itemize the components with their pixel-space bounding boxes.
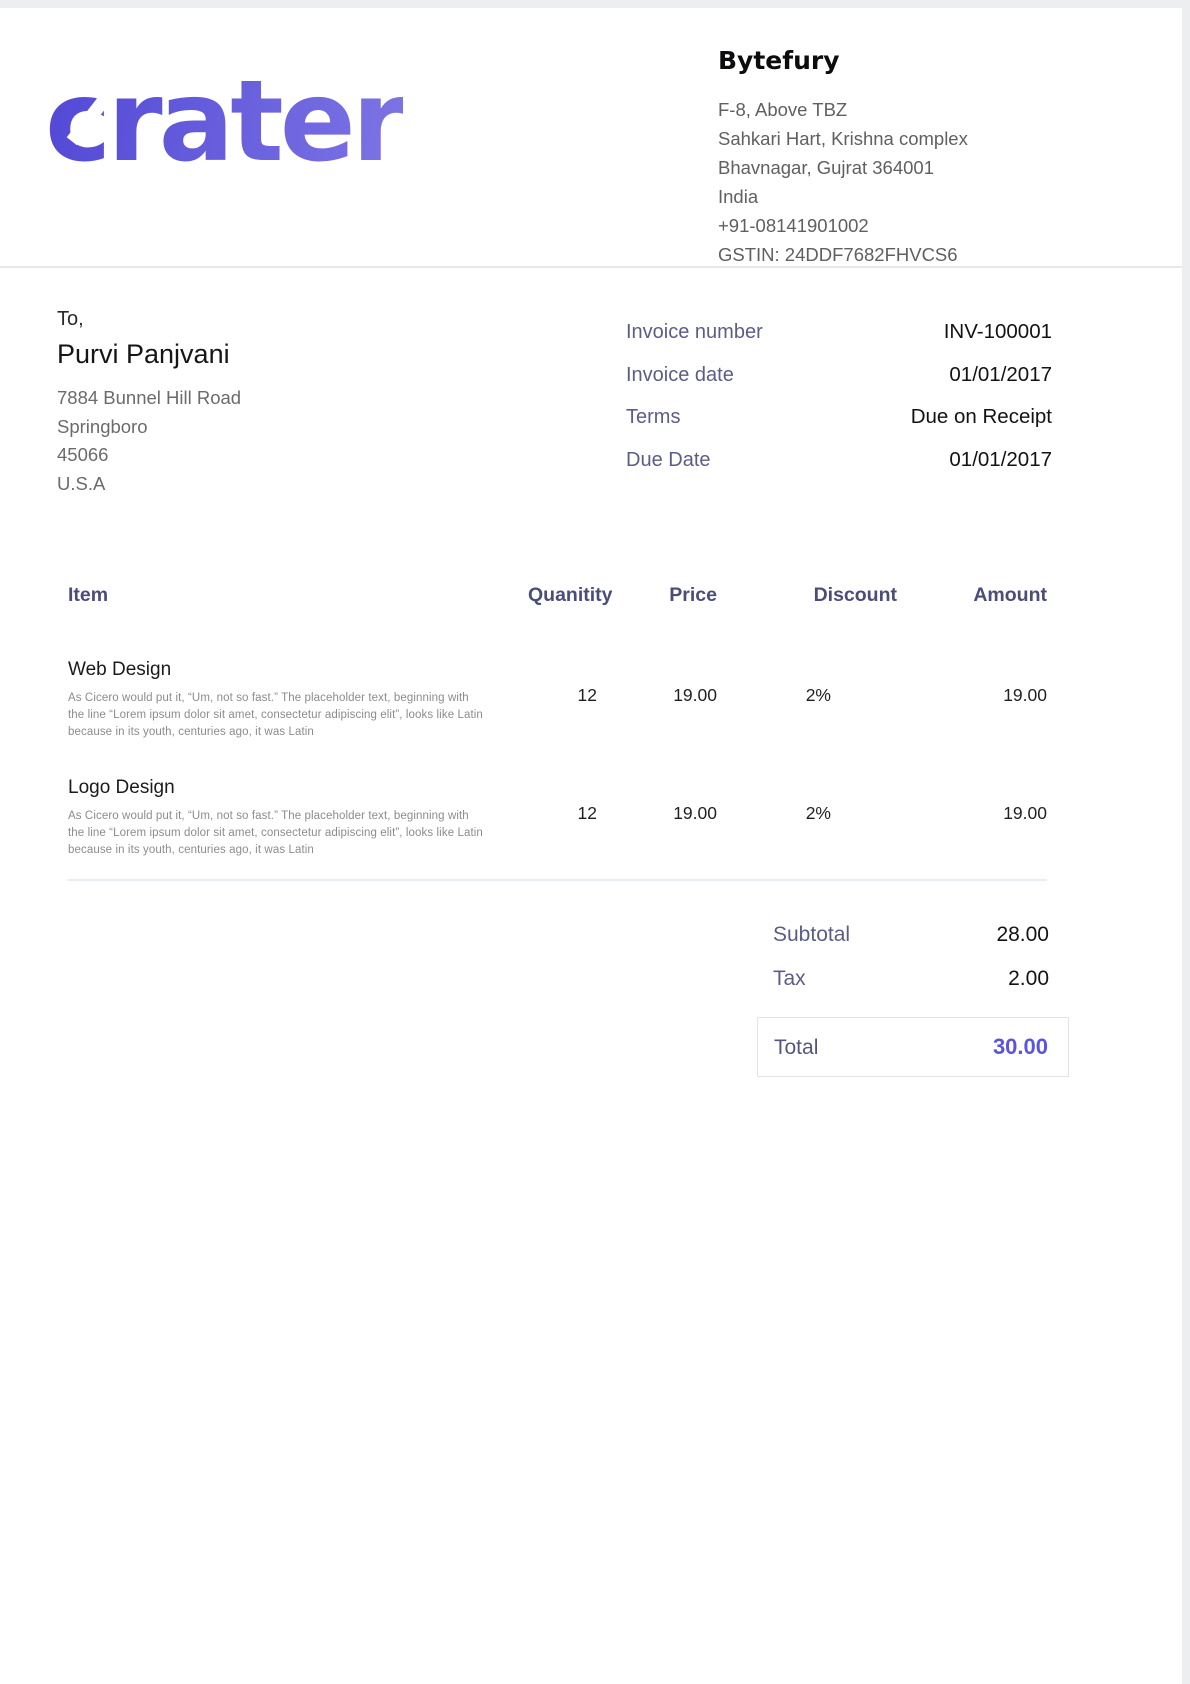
item-row: Web Design As Cicero would put it, “Um, …: [68, 623, 1047, 741]
crater-logo-text: crater: [45, 66, 403, 178]
logo-cut-decoration-r: [426, 112, 468, 161]
terms-label: Terms: [626, 406, 680, 429]
item-cell: Logo Design As Cicero would put it, “Um,…: [68, 741, 528, 880]
subtotal-row: Subtotal 28.00: [757, 923, 1069, 947]
item-discount: 2%: [717, 623, 897, 741]
item-name: Logo Design: [68, 777, 528, 799]
company-address-line: Bhavnagar, Gujrat 364001: [718, 153, 1054, 182]
item-amount: 19.00: [897, 623, 1047, 741]
company-phone: +91-08141901002: [718, 211, 1054, 240]
company-gstin: GSTIN: 24DDF7682FHVCS6: [718, 240, 1054, 269]
item-price: 19.00: [597, 741, 717, 880]
customer-address-line: 45066: [57, 441, 626, 470]
item-row: Logo Design As Cicero would put it, “Um,…: [68, 741, 1047, 880]
item-cell: Web Design As Cicero would put it, “Um, …: [68, 623, 528, 741]
item-quantity: 12: [528, 741, 597, 880]
tax-label: Tax: [773, 967, 806, 991]
total-label: Total: [774, 1036, 818, 1060]
invoice-number-label: Invoice number: [626, 321, 763, 344]
total-box: Total 30.00: [757, 1017, 1069, 1077]
tax-row: Tax 2.00: [757, 967, 1069, 991]
bill-to-label: To,: [57, 308, 626, 331]
invoice-date-value: 01/01/2017: [949, 363, 1052, 387]
company-info: Bytefury F-8, Above TBZ Sahkari Hart, Kr…: [718, 38, 1054, 269]
items-table-header-row: Item Quanitity Price Discount Amount: [68, 584, 1047, 623]
item-description: As Cicero would put it, “Um, not so fast…: [68, 808, 486, 859]
company-address-line: Sahkari Hart, Krishna complex: [718, 124, 1054, 153]
item-price: 19.00: [597, 623, 717, 741]
customer-name: Purvi Panjvani: [57, 339, 626, 370]
invoice-number-value: INV-100001: [944, 320, 1052, 344]
invoice-date-label: Invoice date: [626, 364, 734, 387]
invoice-page: crater Bytefury F-8, Above TBZ Sahkari H…: [0, 8, 1182, 1684]
subtotal-value: 28.00: [996, 923, 1049, 947]
items-table: Item Quanitity Price Discount Amount Web…: [68, 584, 1047, 881]
due-date-value: 01/01/2017: [949, 448, 1052, 472]
company-address-line: F-8, Above TBZ: [718, 95, 1054, 124]
due-date-row: Due Date 01/01/2017: [626, 448, 1052, 491]
totals-section: Subtotal 28.00 Tax 2.00 Total 30.00: [757, 923, 1069, 1077]
due-date-label: Due Date: [626, 449, 711, 472]
column-header-quantity: Quanitity: [528, 584, 597, 623]
column-header-discount: Discount: [717, 584, 897, 623]
tax-value: 2.00: [1008, 967, 1049, 991]
crater-logo: crater: [45, 66, 403, 178]
column-header-price: Price: [597, 584, 717, 623]
customer-address-line: 7884 Bunnel Hill Road: [57, 384, 626, 413]
invoice-date-row: Invoice date 01/01/2017: [626, 363, 1052, 406]
invoice-meta-block: Invoice number INV-100001 Invoice date 0…: [626, 308, 1052, 498]
invoice-number-row: Invoice number INV-100001: [626, 320, 1052, 363]
customer-address-line: U.S.A: [57, 470, 626, 499]
item-amount: 19.00: [897, 741, 1047, 880]
terms-value: Due on Receipt: [911, 405, 1052, 429]
terms-row: Terms Due on Receipt: [626, 405, 1052, 448]
total-value: 30.00: [993, 1034, 1048, 1060]
invoice-header: crater Bytefury F-8, Above TBZ Sahkari H…: [0, 8, 1182, 268]
subtotal-label: Subtotal: [773, 923, 850, 947]
column-header-item: Item: [68, 584, 528, 623]
billing-section: To, Purvi Panjvani 7884 Bunnel Hill Road…: [0, 268, 1182, 498]
customer-address-line: Springboro: [57, 413, 626, 442]
column-header-amount: Amount: [897, 584, 1047, 623]
item-description: As Cicero would put it, “Um, not so fast…: [68, 690, 486, 741]
item-name: Web Design: [68, 659, 528, 681]
item-quantity: 12: [528, 623, 597, 741]
company-address-line: India: [718, 182, 1054, 211]
company-name: Bytefury: [718, 46, 1054, 75]
bill-to-block: To, Purvi Panjvani 7884 Bunnel Hill Road…: [57, 308, 626, 498]
item-discount: 2%: [717, 741, 897, 880]
